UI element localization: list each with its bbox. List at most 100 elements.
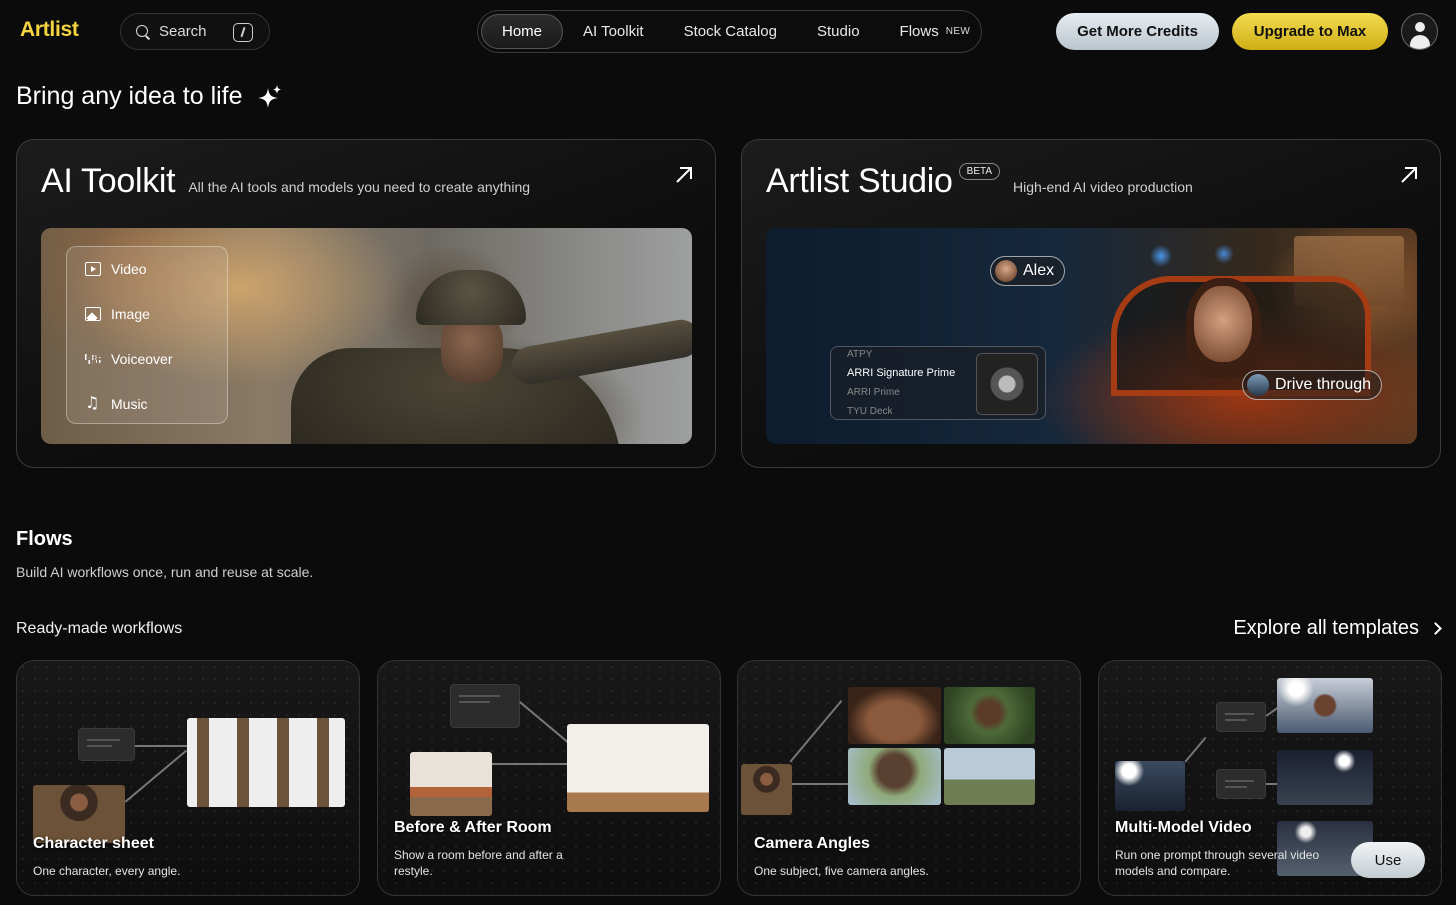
nav-home[interactable]: Home xyxy=(481,14,564,49)
ai-toolkit-hero-image: Video Image Voiceover Music xyxy=(41,228,692,444)
prompt-node xyxy=(1216,702,1266,732)
workflow-card-multi-model-video[interactable]: Multi-Model Video Run one prompt through… xyxy=(1098,660,1442,896)
workflow-name: Camera Angles xyxy=(754,835,870,852)
workflow-description: One character, every angle. xyxy=(33,864,181,878)
workflow-description: Show a room before and after a restyle. xyxy=(394,848,563,878)
ai-toolkit-subtitle: All the AI tools and models you need to … xyxy=(188,179,531,195)
tool-music-label: Music xyxy=(111,396,148,412)
lens-selector-panel[interactable]: ATPY ARRI Signature Prime ARRI Prime TYU… xyxy=(830,346,1046,420)
tool-video-label: Video xyxy=(111,261,147,277)
search-label: Search xyxy=(159,23,207,40)
prompt-node xyxy=(1216,769,1266,799)
nav-studio[interactable]: Studio xyxy=(797,14,880,49)
workflow-name: Character sheet xyxy=(33,835,154,852)
music-note-icon xyxy=(85,393,101,412)
character-avatar-icon xyxy=(995,260,1017,282)
artlist-studio-card[interactable]: Artlist Studio BETA High-end AI video pr… xyxy=(741,139,1441,468)
artlist-logo[interactable]: Artlist xyxy=(20,18,79,42)
nav-ai-toolkit[interactable]: AI Toolkit xyxy=(563,14,664,49)
nav-stock-catalog[interactable]: Stock Catalog xyxy=(664,14,797,49)
lens-option[interactable]: TYU Deck xyxy=(847,406,893,417)
tool-voiceover-label: Voiceover xyxy=(111,351,173,367)
page-title: Bring any idea to life xyxy=(16,82,243,110)
subject-thumbnail xyxy=(741,764,792,815)
connector-line xyxy=(492,763,567,765)
character-sheet-thumbnail xyxy=(187,718,345,807)
get-more-credits-button[interactable]: Get More Credits xyxy=(1056,13,1219,50)
tool-voiceover[interactable]: Voiceover xyxy=(85,349,172,369)
workflow-name: Before & After Room xyxy=(394,819,552,836)
visual-search-icon[interactable] xyxy=(233,23,253,42)
search-icon xyxy=(135,24,151,40)
soldier-helmet-shape xyxy=(416,270,526,325)
tool-video[interactable]: Video xyxy=(85,259,147,279)
main-nav: Home AI Toolkit Stock Catalog Studio Flo… xyxy=(477,10,982,53)
medium-shot-thumbnail xyxy=(848,748,941,805)
lens-option-selected[interactable]: ARRI Signature Prime xyxy=(847,367,955,379)
upgrade-to-max-button[interactable]: Upgrade to Max xyxy=(1232,13,1388,50)
concert-frame-thumbnail xyxy=(1277,678,1373,733)
connector-line xyxy=(1184,736,1207,763)
woman-face-shape xyxy=(1194,286,1252,362)
ai-toolkit-card[interactable]: AI Toolkit All the AI tools and models y… xyxy=(16,139,716,468)
tool-image[interactable]: Image xyxy=(85,304,150,324)
character-tag[interactable]: Alex xyxy=(990,256,1066,286)
scene-tag[interactable]: Drive through xyxy=(1242,370,1383,400)
character-tag-label: Alex xyxy=(1023,262,1055,279)
top-bar: Artlist Search Home AI Toolkit Stock Cat… xyxy=(0,0,1456,64)
workflow-card-character-sheet[interactable]: Character sheet One character, every ang… xyxy=(16,660,360,896)
user-avatar-icon[interactable] xyxy=(1401,13,1438,50)
workflow-description: One subject, five camera angles. xyxy=(754,864,929,878)
stage-frame-thumbnail xyxy=(1277,750,1373,805)
overhead-thumbnail xyxy=(944,687,1035,744)
artlist-studio-title: Artlist Studio xyxy=(766,162,953,200)
workflow-name: Multi-Model Video xyxy=(1115,819,1252,836)
chevron-right-icon xyxy=(1429,622,1442,635)
lens-option[interactable]: ARRI Prime xyxy=(847,387,900,398)
soldier-arm-shape xyxy=(509,316,692,388)
nav-flows[interactable]: Flows NEW xyxy=(880,14,991,49)
tool-image-label: Image xyxy=(111,306,150,322)
artlist-studio-hero-image: Alex Drive through ATPY ARRI Signature P… xyxy=(766,228,1417,444)
wide-shot-thumbnail xyxy=(944,748,1035,805)
workflow-description: Run one prompt through several video mod… xyxy=(1115,848,1320,878)
arrow-up-right-icon[interactable] xyxy=(675,166,693,184)
flows-heading: Flows xyxy=(16,528,73,550)
tool-music[interactable]: Music xyxy=(85,393,148,414)
nav-flows-label: Flows xyxy=(899,23,939,40)
empty-room-thumbnail xyxy=(567,724,709,812)
camera-lens-icon xyxy=(976,353,1038,415)
scene-thumbnail-icon xyxy=(1247,374,1269,396)
connector-line xyxy=(790,783,848,785)
connector-line xyxy=(519,701,575,748)
waveform-icon xyxy=(85,354,101,364)
image-icon xyxy=(85,307,101,321)
connector-line xyxy=(135,745,187,747)
prompt-node xyxy=(450,684,520,728)
lens-option[interactable]: ATPY xyxy=(847,349,872,360)
ready-made-workflows-heading: Ready-made workflows xyxy=(16,620,183,637)
use-workflow-button[interactable]: Use xyxy=(1351,842,1425,878)
explore-all-templates-link[interactable]: Explore all templates xyxy=(1233,617,1442,640)
nav-studio-label: Studio xyxy=(817,23,860,40)
nav-ai-toolkit-label: AI Toolkit xyxy=(583,23,644,40)
source-frame-thumbnail xyxy=(1115,761,1185,811)
workflow-card-camera-angles[interactable]: Camera Angles One subject, five camera a… xyxy=(737,660,1081,896)
scene-tag-label: Drive through xyxy=(1275,376,1372,393)
flows-subtitle: Build AI workflows once, run and reuse a… xyxy=(16,564,314,580)
arrow-up-right-icon[interactable] xyxy=(1400,166,1418,184)
tool-list-panel: Video Image Voiceover Music xyxy=(66,246,228,424)
styled-room-thumbnail xyxy=(410,752,492,816)
video-icon xyxy=(85,262,101,276)
connector-line xyxy=(789,699,842,763)
closeup-thumbnail xyxy=(848,687,941,744)
prompt-node xyxy=(78,728,135,761)
search-button[interactable]: Search xyxy=(120,13,270,50)
new-badge: NEW xyxy=(945,26,971,37)
nav-home-label: Home xyxy=(502,23,543,40)
nav-stock-catalog-label: Stock Catalog xyxy=(683,23,777,40)
sparkle-icon xyxy=(257,84,281,108)
beta-badge: BETA xyxy=(958,163,1001,180)
workflow-card-before-after-room[interactable]: Before & After Room Show a room before a… xyxy=(377,660,721,896)
ai-toolkit-title: AI Toolkit xyxy=(41,162,176,200)
